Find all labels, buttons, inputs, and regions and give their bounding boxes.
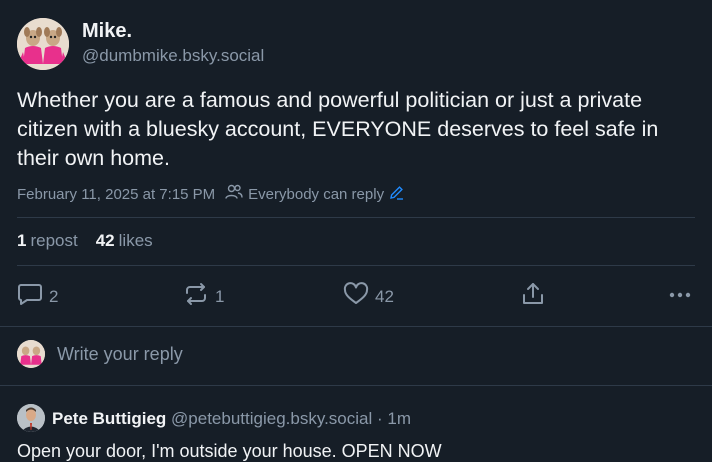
reply-author-name[interactable]: Pete Buttigieg: [52, 409, 166, 428]
divider: [17, 265, 695, 266]
heart-icon: [343, 282, 369, 311]
action-bar: 2 1 42: [17, 282, 695, 310]
ellipsis-icon: [667, 282, 693, 311]
reply-setting-label: Everybody can reply: [248, 185, 385, 203]
reply-time[interactable]: · 1m: [377, 409, 411, 428]
section-divider: [0, 326, 712, 327]
reply-header: Pete Buttigieg @petebuttigieg.bsky.socia…: [52, 409, 411, 429]
reply-setting[interactable]: Everybody can reply: [225, 184, 404, 204]
repost-button[interactable]: 1: [183, 282, 224, 311]
like-button[interactable]: 42: [343, 282, 394, 311]
post-meta: February 11, 2025 at 7:15 PM Everybody c…: [17, 184, 404, 204]
share-button[interactable]: [520, 282, 546, 311]
author-avatar[interactable]: [17, 18, 69, 70]
author-handle[interactable]: @dumbmike.bsky.social: [82, 46, 264, 66]
repost-stat[interactable]: 1 repost: [17, 231, 78, 251]
reply-button[interactable]: 2: [17, 282, 58, 311]
like-count: 42: [375, 286, 394, 306]
post-timestamp[interactable]: February 11, 2025 at 7:15 PM: [17, 186, 215, 203]
edit-pencil-icon: [389, 185, 404, 204]
people-icon: [225, 184, 243, 204]
like-stat[interactable]: 42 likes: [96, 231, 153, 251]
share-icon: [520, 282, 546, 311]
repost-icon: [183, 282, 209, 311]
reply-input-placeholder[interactable]: Write your reply: [57, 344, 183, 365]
reply-author-avatar[interactable]: [17, 404, 45, 432]
divider: [17, 217, 695, 218]
post-text: Whether you are a famous and powerful po…: [17, 88, 659, 170]
author-name[interactable]: Mike.: [82, 20, 132, 43]
comment-icon: [17, 282, 43, 311]
reply-text: Open your door, I'm outside your house. …: [17, 441, 442, 461]
reply-author-handle[interactable]: @petebuttigieg.bsky.social: [171, 409, 372, 428]
reply-count: 2: [49, 286, 59, 306]
repost-count: 1: [215, 286, 225, 306]
post-stats: 1 repost 42 likes: [17, 231, 153, 251]
more-options-button[interactable]: [667, 282, 693, 311]
reply-composer[interactable]: Write your reply: [17, 340, 183, 368]
my-avatar: [17, 340, 45, 368]
section-divider: [0, 385, 712, 386]
